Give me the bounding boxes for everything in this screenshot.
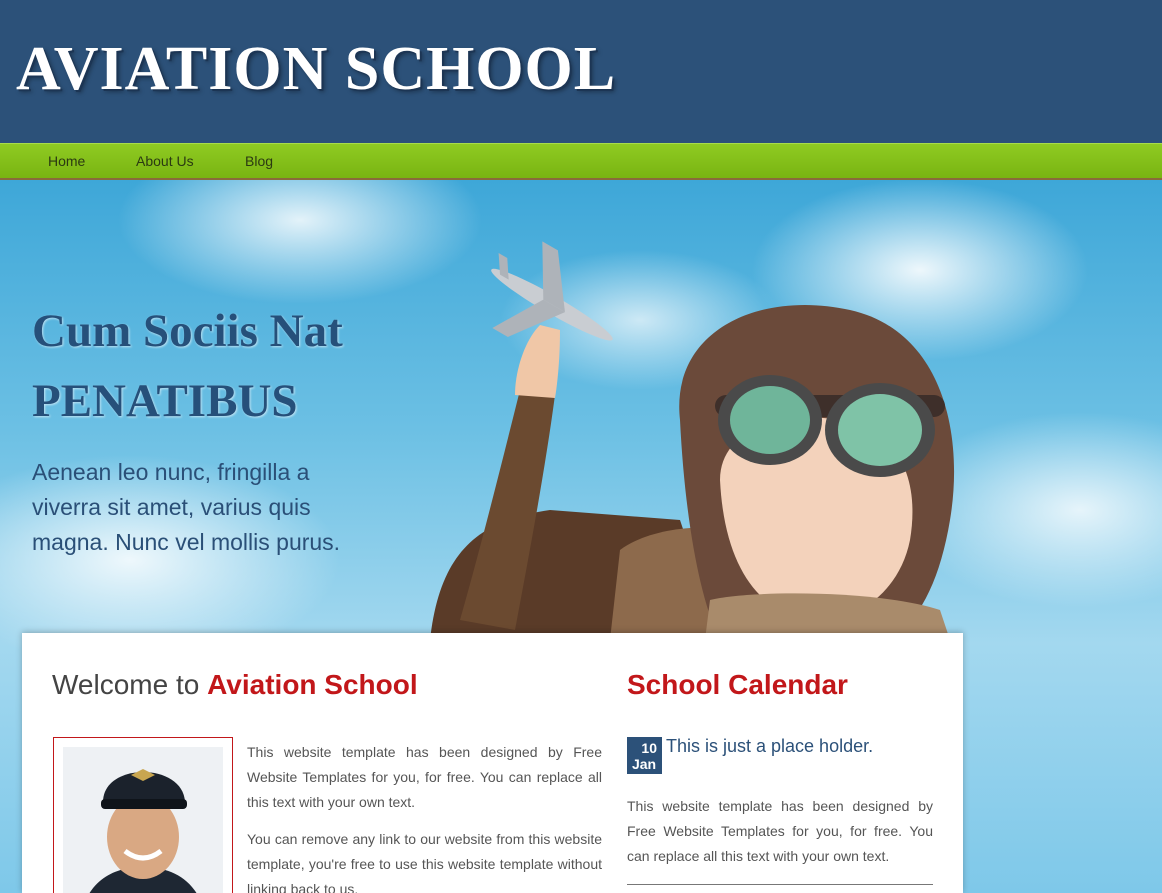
main-nav: Home About Us Blog	[0, 143, 1162, 180]
welcome-prefix: Welcome to	[52, 669, 200, 700]
welcome-paragraph-2: You can remove any link to our website f…	[247, 831, 602, 893]
nav-item-about-us[interactable]: About Us	[136, 153, 194, 169]
calendar-title: School Calendar	[627, 669, 848, 700]
pilot-child-image	[430, 241, 955, 640]
event-date-badge: 10 Jan	[627, 737, 662, 774]
site-header: AVIATION SCHOOL	[0, 0, 1162, 143]
welcome-paragraph: This website template has been designed …	[247, 744, 602, 810]
event-description: This website template has been designed …	[627, 798, 933, 864]
welcome-accent: Aviation School	[207, 669, 418, 700]
hero-description: Aenean leo nunc, fringilla a viverra sit…	[32, 459, 341, 555]
nav-item-blog[interactable]: Blog	[245, 153, 273, 169]
hero-title-secondary: PENATIBUS	[32, 375, 298, 427]
pilot-photo	[63, 747, 223, 893]
calendar-divider	[627, 884, 933, 885]
hero-title: Cum Sociis Nat	[32, 305, 343, 357]
site-logo[interactable]: AVIATION SCHOOL	[16, 34, 616, 105]
event-month: Jan	[631, 756, 657, 772]
content-panel: Welcome to Aviation School This website …	[22, 633, 963, 893]
nav-item-home[interactable]: Home	[48, 153, 85, 169]
pilot-photo-frame	[53, 737, 233, 893]
welcome-heading: Welcome to Aviation School	[52, 669, 418, 701]
event-title-link[interactable]: This is just a place holder.	[666, 736, 873, 757]
event-day: 10	[641, 740, 657, 756]
